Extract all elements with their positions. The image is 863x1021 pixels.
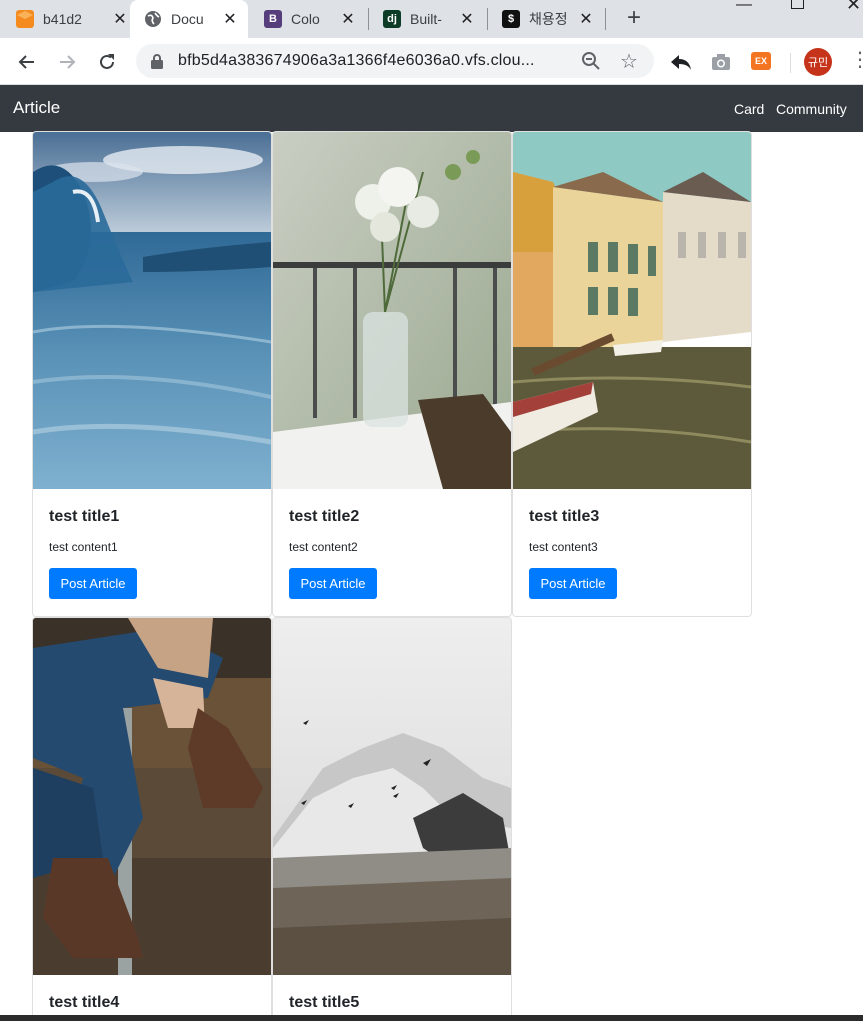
article-card: test title5 (272, 617, 512, 1021)
page-viewport: Article Card Community test title1 test … (0, 85, 863, 1021)
article-card: test title1 test content1 Post Article (32, 131, 272, 617)
zoom-icon[interactable] (580, 50, 602, 72)
reload-icon[interactable] (95, 50, 119, 74)
tab-separator (487, 8, 488, 30)
tab-label: 채용정 (529, 11, 568, 27)
navbar-brand[interactable]: Article (13, 98, 60, 118)
lock-icon (151, 54, 163, 69)
camera-icon[interactable] (709, 50, 733, 74)
card-image-canal-town (513, 132, 751, 489)
card-title: test title4 (49, 994, 120, 1011)
tab-separator (368, 8, 369, 30)
tab-separator (605, 8, 606, 30)
card-title: test title2 (289, 508, 360, 525)
new-tab-plus-icon[interactable]: + (622, 4, 646, 32)
card-title: test title1 (49, 508, 120, 525)
card-text: test content3 (529, 540, 598, 554)
address-bar[interactable]: bfb5d4a383674906a3a1366f4e6036a0.vfs.clo… (136, 44, 654, 78)
article-card: test title3 test content3 Post Article (512, 131, 752, 617)
package-orange-icon (16, 10, 34, 28)
url-text[interactable]: bfb5d4a383674906a3a1366f4e6036a0.vfs.clo… (178, 52, 535, 70)
browser-tab-5[interactable]: $ 채용정 ✕ (502, 0, 594, 38)
tab-label: Colo (291, 11, 320, 27)
browser-tab-4[interactable]: dj Built- ✕ (383, 0, 475, 38)
close-icon[interactable]: ✕ (340, 9, 356, 29)
close-icon[interactable]: ✕ (222, 9, 238, 29)
browser-tab-1[interactable]: b41d2 ✕ (16, 0, 128, 38)
django-icon: dj (383, 10, 401, 28)
profile-avatar[interactable]: 규민 (804, 48, 832, 76)
close-icon[interactable]: ✕ (459, 9, 475, 29)
tab-label: b41d2 (43, 11, 82, 27)
browser-toolbar: bfb5d4a383674906a3a1366f4e6036a0.vfs.clo… (0, 38, 863, 85)
nav-link-card[interactable]: Card (734, 101, 764, 117)
browser-tab-strip: b41d2 ✕ Docu ✕ B Colo ✕ dj Built- ✕ $ 채용… (0, 0, 863, 38)
browser-tab-3[interactable]: B Colo ✕ (264, 0, 356, 38)
close-icon[interactable]: ✕ (112, 9, 128, 29)
tab-label: Built- (410, 11, 442, 27)
globe-icon (144, 10, 162, 28)
card-title: test title3 (529, 508, 600, 525)
nav-link-community[interactable]: Community (776, 101, 847, 117)
browser-menu-icon[interactable]: ⋮ (850, 50, 863, 70)
card-image-jeans-boots (33, 618, 271, 975)
article-card: test title2 test content2 Post Article (272, 131, 512, 617)
bootstrap-icon: B (264, 10, 282, 28)
article-card: test title4 (32, 617, 272, 1021)
post-article-button[interactable]: Post Article (289, 568, 377, 599)
browser-tab-2[interactable]: Docu ✕ (130, 0, 248, 38)
card-text: test content1 (49, 540, 118, 554)
close-icon[interactable]: ✕ (578, 9, 594, 29)
taskbar-strip (0, 1015, 863, 1021)
dollar-app-icon: $ (502, 10, 520, 28)
card-image-ocean-wave (33, 132, 271, 489)
site-navbar: Article Card Community (0, 85, 863, 132)
reply-arrow-icon[interactable] (669, 50, 693, 74)
back-arrow-icon[interactable] (15, 50, 39, 74)
forward-arrow-icon[interactable] (55, 50, 79, 74)
post-article-button[interactable]: Post Article (529, 568, 617, 599)
window-close-icon[interactable]: ✕ (846, 0, 861, 15)
card-image-flower-vase (273, 132, 511, 489)
card-text: test content2 (289, 540, 358, 554)
card-title: test title5 (289, 994, 360, 1011)
extension-ex-icon[interactable]: EX (751, 52, 771, 70)
minimize-icon[interactable]: — (736, 0, 752, 14)
post-article-button[interactable]: Post Article (49, 568, 137, 599)
maximize-icon[interactable] (791, 0, 804, 9)
toolbar-divider (790, 53, 791, 73)
bookmark-star-icon[interactable]: ☆ (620, 49, 638, 74)
tab-label: Docu (171, 11, 204, 27)
card-image-snowy-mountain (273, 618, 511, 975)
